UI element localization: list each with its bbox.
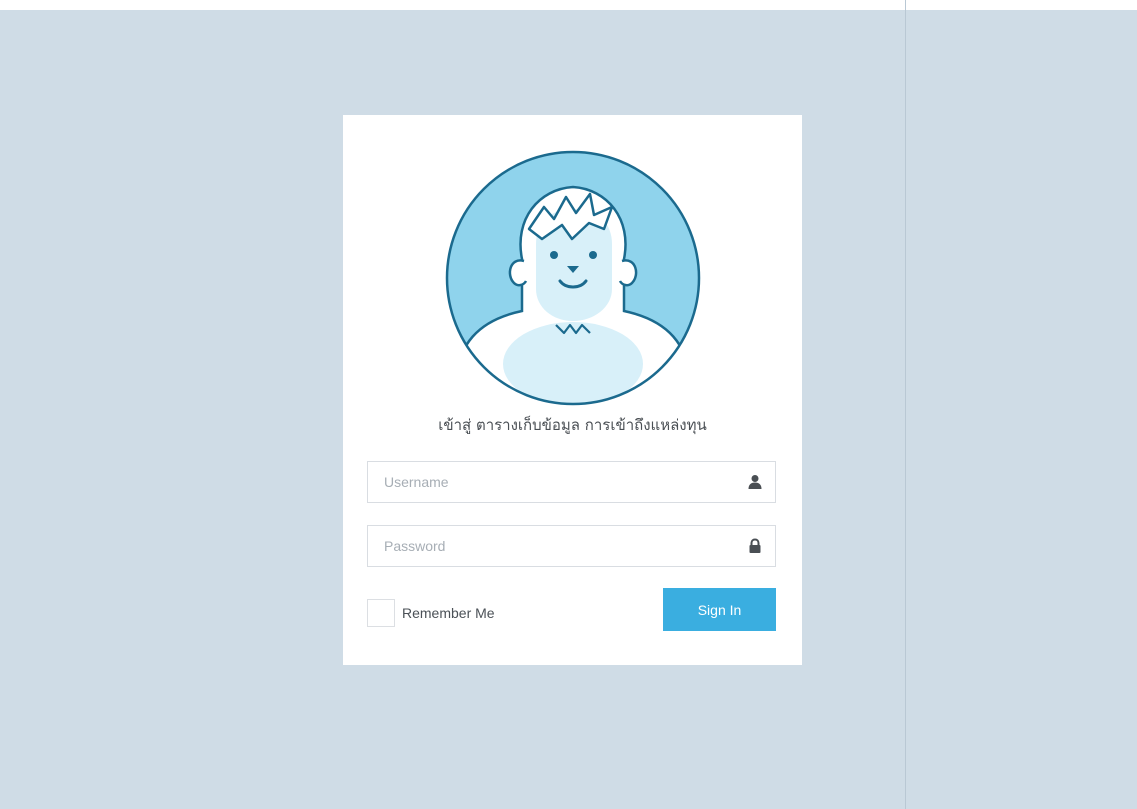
- username-field[interactable]: [367, 461, 776, 503]
- password-input[interactable]: [368, 526, 728, 566]
- user-icon: [748, 475, 762, 489]
- lock-icon: [749, 538, 761, 553]
- scan-fold-line: [905, 0, 906, 809]
- scan-top-edge: [0, 0, 1137, 10]
- yeti-avatar-icon: [445, 150, 701, 406]
- sign-in-button[interactable]: Sign In: [663, 588, 776, 631]
- remember-me-label[interactable]: Remember Me: [402, 605, 495, 621]
- password-field[interactable]: [367, 525, 776, 567]
- login-card: เข้าสู่ ตารางเก็บข้อมูล การเข้าถึงแหล่งท…: [343, 115, 802, 665]
- remember-me-checkbox[interactable]: [367, 599, 395, 627]
- username-input[interactable]: [368, 462, 728, 502]
- remember-me[interactable]: Remember Me: [367, 598, 495, 628]
- login-heading: เข้าสู่ ตารางเก็บข้อมูล การเข้าถึงแหล่งท…: [438, 416, 707, 434]
